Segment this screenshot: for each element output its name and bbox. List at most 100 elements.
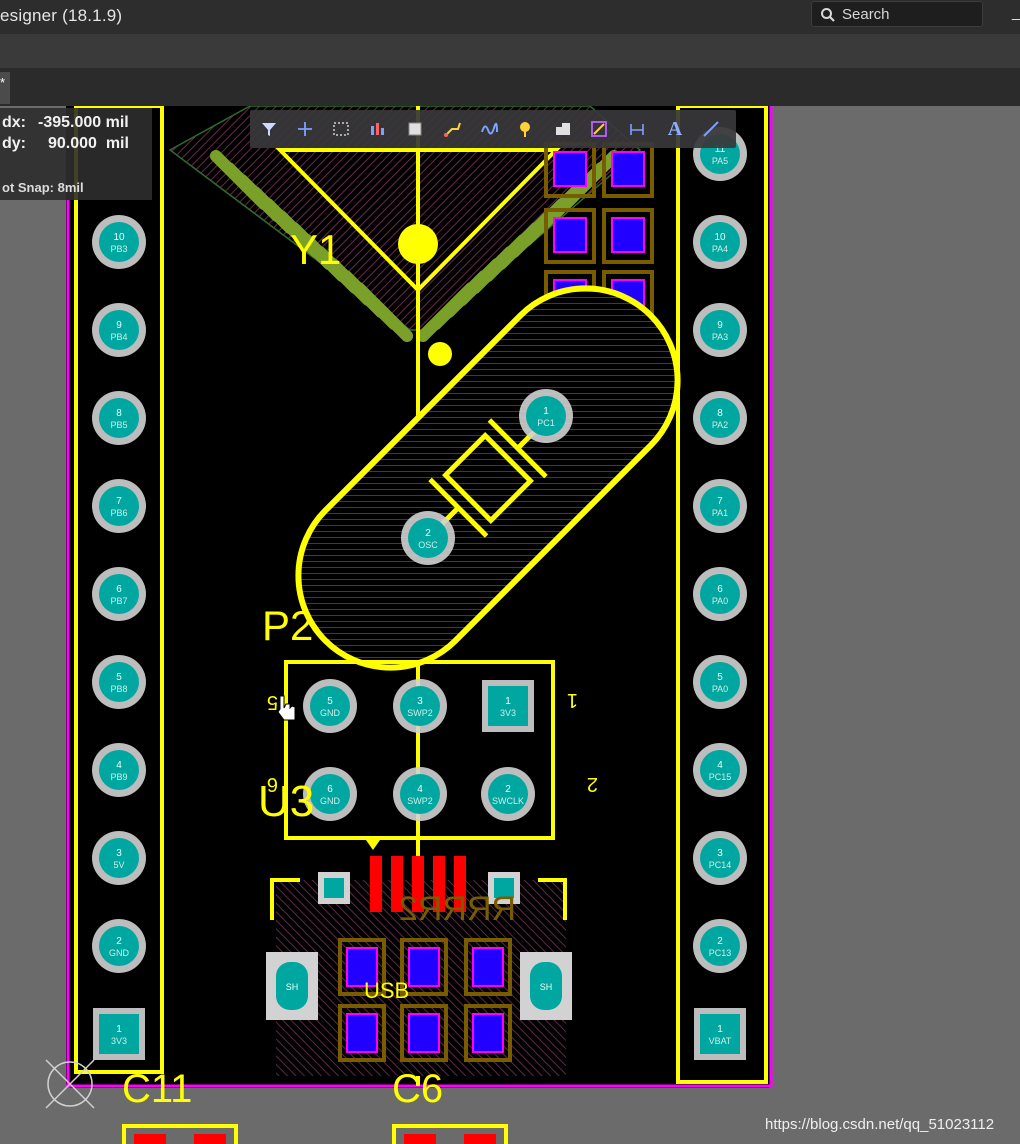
smd-pad [554, 218, 586, 252]
pad-net: PC14 [709, 860, 732, 870]
pcb-canvas[interactable]: 1PC12OSC 5GND3SWP213V36GND4SWP22SWCLK SH… [0, 106, 1020, 1144]
right-header-pad: 3PC14 [693, 831, 747, 885]
smd-pad [554, 152, 586, 186]
pad-net: SWCLK [492, 796, 524, 806]
via-icon[interactable] [512, 117, 538, 141]
pad-number: 5 [116, 672, 122, 683]
left-header-pad: 4PB9 [92, 743, 146, 797]
route-icon[interactable] [440, 117, 466, 141]
usb-pin [370, 856, 382, 912]
pad-number: 5 [717, 672, 723, 683]
pad-net: 5V [113, 860, 124, 870]
active-bar-toolbar: A [250, 110, 736, 148]
designator-y1: Y1 [290, 226, 341, 273]
search-placeholder: Search [842, 6, 890, 23]
pad-net: PC1 [537, 418, 555, 428]
pad-net: OSC [418, 540, 438, 550]
c11-pad-left [134, 1134, 166, 1144]
polygon-icon[interactable] [550, 117, 576, 141]
usb-pad [408, 1013, 440, 1053]
pad-number: 7 [116, 496, 122, 507]
usb-pad [408, 947, 440, 987]
pad-net: GND [320, 708, 341, 718]
select-rect-icon[interactable] [328, 117, 354, 141]
pad-net: PA0 [712, 684, 728, 694]
pad-net: PB4 [110, 332, 127, 342]
pad-number: 8 [116, 408, 122, 419]
pad-number: 1 [543, 406, 549, 417]
component-icon[interactable] [402, 117, 428, 141]
left-header-pad: 35V [92, 831, 146, 885]
pad-net: PA3 [712, 332, 728, 342]
p2-side-label-right-top: 1 [567, 689, 578, 711]
pad-net: 3V3 [500, 708, 516, 718]
main-toolbar [0, 34, 1020, 68]
text-icon[interactable]: A [662, 117, 688, 141]
left-header-pad: 9PB4 [92, 303, 146, 357]
add-icon[interactable] [292, 117, 318, 141]
left-header-pad: 2GND [92, 919, 146, 973]
pad-net: GND [109, 948, 130, 958]
usb-pad [346, 1013, 378, 1053]
pad-net: 3V3 [111, 1036, 127, 1046]
designator-c11: C11 [122, 1067, 192, 1111]
smd-pad [612, 152, 644, 186]
p2-pad: 3SWP2 [393, 679, 447, 733]
pad-icon[interactable] [586, 117, 612, 141]
pad-net: SWP2 [407, 796, 433, 806]
document-tab[interactable]: * [0, 72, 10, 104]
pad-number: 2 [505, 784, 511, 795]
hud-dy-value: 90.000 mil [48, 135, 129, 152]
smd-pad [612, 218, 644, 252]
align-icon[interactable] [364, 117, 390, 141]
p2-side-label-left-bottom: 6 [267, 773, 278, 795]
pad-net: PA0 [712, 596, 728, 606]
filter-icon[interactable] [256, 117, 282, 141]
document-tab-bar [0, 68, 1020, 106]
pad-number: 3 [116, 848, 122, 859]
minimize-button[interactable]: _ [1012, 4, 1020, 22]
interactive-route-icon[interactable] [476, 117, 502, 141]
right-header-pad: 7PA1 [693, 479, 747, 533]
pad-net: VBAT [709, 1036, 732, 1046]
right-header-pad: 2PC13 [693, 919, 747, 973]
left-header-pad: 6PB7 [92, 567, 146, 621]
pad-number: 2 [425, 528, 431, 539]
pad-number: 4 [417, 784, 423, 795]
pad-number: 1 [717, 1024, 723, 1035]
line-icon[interactable] [698, 117, 724, 141]
pad-number: 9 [717, 320, 723, 331]
pad-net: PC15 [709, 772, 732, 782]
pad-net: SWP2 [407, 708, 433, 718]
left-header-pad: 13V3 [93, 1008, 145, 1060]
pad-number: 3 [417, 696, 423, 707]
p2-pad: 2SWCLK [481, 767, 535, 821]
p2-pad: 4SWP2 [393, 767, 447, 821]
c6-pad-left [404, 1134, 436, 1144]
pad-number: 3 [717, 848, 723, 859]
pad-net: PB8 [110, 684, 127, 694]
search-input[interactable]: Search [811, 1, 983, 27]
search-icon [821, 8, 835, 22]
p2-pad: 13V3 [482, 680, 534, 732]
p2-pad: 5GND [303, 679, 357, 733]
pad-net: PA1 [712, 508, 728, 518]
pad-number: 7 [717, 496, 723, 507]
c11-pad-right [194, 1134, 226, 1144]
pad-net: PB3 [110, 244, 127, 254]
dimension-icon[interactable] [624, 117, 650, 141]
app-title: esigner (18.1.9) [0, 6, 123, 25]
pad-net: PB5 [110, 420, 127, 430]
pad-net: PA2 [712, 420, 728, 430]
pad-net: PC13 [709, 948, 732, 958]
usb-shield-net: SH [540, 982, 553, 992]
designator-u3: U3 [258, 777, 314, 826]
usb-pad [472, 947, 504, 987]
designator-usb: USB [364, 978, 409, 1003]
pad-net: PB7 [110, 596, 127, 606]
pad-number: 6 [116, 584, 122, 595]
pad-net: GND [320, 796, 341, 806]
right-header-pad: 1VBAT [694, 1008, 746, 1060]
coordinate-hud: dx: -395.000 mil dy: 90.000 mil ot Snap:… [0, 108, 152, 200]
pad-net: PB6 [110, 508, 127, 518]
